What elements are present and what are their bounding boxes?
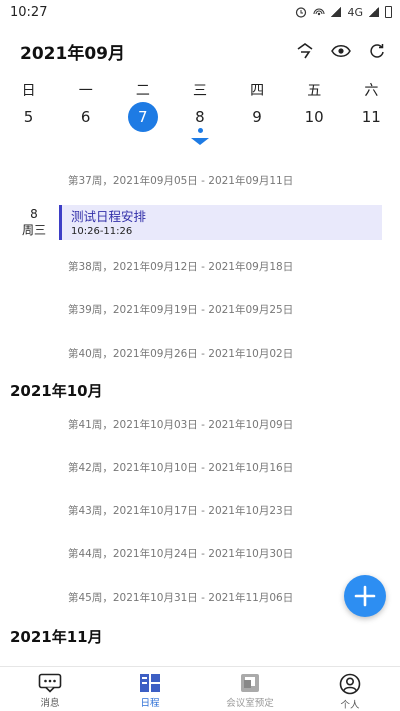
- week-range-label: 第41周，2021年10月03日 - 2021年10月09日: [68, 419, 294, 431]
- tab-messages[interactable]: 消息: [0, 667, 100, 711]
- month-section-label: 2021年10月: [10, 382, 103, 400]
- event-weekday: 周三: [21, 223, 46, 237]
- event-time: 10:26-11:26: [71, 226, 133, 237]
- tab-label: 消息: [40, 698, 60, 709]
- weekday-wed: 三: [192, 83, 207, 99]
- month-section-label: 2021年11月: [10, 628, 103, 646]
- weekday-header: 日 一 二 三 四 五 六: [0, 80, 400, 100]
- weekday-sun: 日: [21, 83, 36, 99]
- week-range-label: 第37周，2021年09月05日 - 2021年09月11日: [68, 175, 294, 187]
- tab-label: 会议室预定: [226, 698, 274, 709]
- date-cell-selected[interactable]: 7: [114, 102, 171, 132]
- month-title[interactable]: 2021年09月: [20, 39, 125, 64]
- event-day: 8: [30, 207, 38, 221]
- event-card[interactable]: 测试日程安排 10:26-11:26: [59, 205, 382, 240]
- weekday-thu: 四: [250, 83, 265, 99]
- event-indicator-dot: [198, 128, 203, 133]
- eye-icon: [331, 45, 351, 57]
- signal-icon: [331, 7, 342, 17]
- signal-icon-2: [369, 7, 379, 17]
- tab-schedule[interactable]: 日程: [100, 667, 200, 711]
- tab-personal[interactable]: 个人: [300, 667, 400, 711]
- status-time: 10:27: [10, 4, 48, 20]
- week-range-label: 第45周，2021年10月31日 - 2021年11月06日: [68, 592, 294, 604]
- expand-calendar-caret[interactable]: [191, 138, 209, 145]
- calendar-header: 2021年09月: [20, 38, 388, 64]
- hotspot-icon: [313, 8, 325, 16]
- date-cell[interactable]: 6: [57, 102, 114, 132]
- view-toggle-button[interactable]: [330, 40, 352, 62]
- week-range-label: 第39周，2021年09月19日 - 2021年09月25日: [68, 304, 294, 316]
- date-cell[interactable]: 5: [0, 102, 57, 132]
- weekday-tue: 二: [135, 83, 150, 99]
- tab-meeting-room[interactable]: 会议室预定: [200, 667, 300, 711]
- today-icon: [297, 43, 313, 59]
- person-icon: [339, 673, 361, 695]
- bottom-tab-bar: 消息 日程 会议室预定 个人: [0, 666, 400, 711]
- weekday-fri: 五: [307, 83, 322, 99]
- week-range-label: 第38周，2021年09月12日 - 2021年09月18日: [68, 261, 294, 273]
- message-icon: [38, 673, 62, 693]
- weekday-sat: 六: [364, 83, 379, 99]
- week-range-label: 第44周，2021年10月24日 - 2021年10月30日: [68, 548, 294, 560]
- refresh-button[interactable]: [366, 40, 388, 62]
- date-cell[interactable]: 9: [229, 102, 286, 132]
- week-range-label: 第42周，2021年10月10日 - 2021年10月16日: [68, 462, 294, 474]
- schedule-icon: [140, 674, 160, 692]
- header-actions: [294, 40, 388, 62]
- refresh-icon: [370, 44, 384, 58]
- status-bar: 10:27 4G: [0, 0, 400, 24]
- battery-icon: [385, 6, 392, 18]
- event-title: 测试日程安排: [71, 209, 147, 224]
- date-cell[interactable]: 10: [286, 102, 343, 132]
- weekday-mon: 一: [78, 83, 93, 99]
- tab-label: 日程: [140, 698, 160, 709]
- today-button[interactable]: [294, 40, 316, 62]
- week-range-label: 第43周，2021年10月17日 - 2021年10月23日: [68, 505, 294, 517]
- add-schedule-button[interactable]: [344, 575, 386, 617]
- date-cell[interactable]: 11: [343, 102, 400, 132]
- alarm-icon: [296, 7, 307, 18]
- status-icons: 4G: [295, 6, 392, 19]
- plus-icon: [354, 585, 376, 607]
- tab-label: 个人: [340, 700, 360, 711]
- network-type: 4G: [347, 5, 363, 19]
- meeting-room-icon: [241, 674, 259, 692]
- event-date: 8 周三: [14, 206, 54, 238]
- week-range-label: 第40周，2021年09月26日 - 2021年10月02日: [68, 348, 294, 360]
